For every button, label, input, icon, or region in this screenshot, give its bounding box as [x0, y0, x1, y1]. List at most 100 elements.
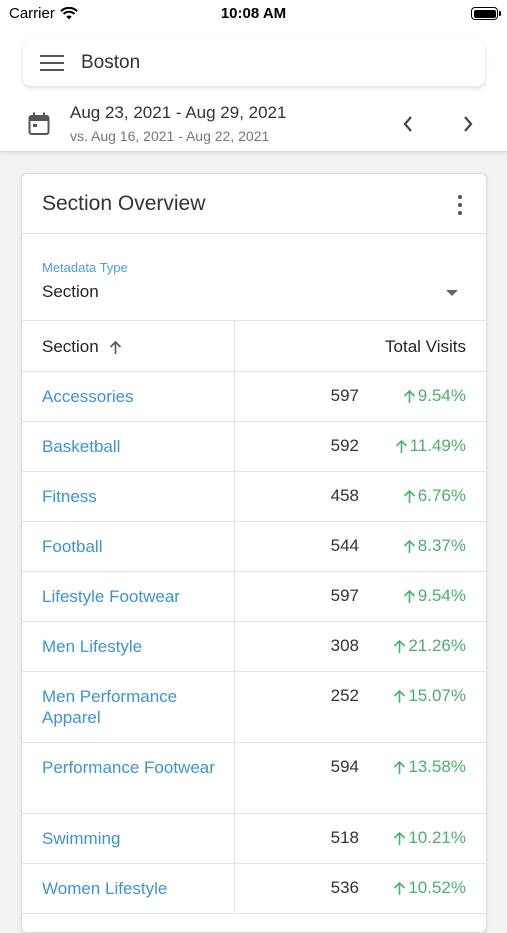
section-link[interactable]: Football: [42, 536, 222, 557]
chevron-left-icon: [403, 116, 412, 132]
calendar-icon[interactable]: [28, 112, 50, 136]
change-value: 6.76%: [417, 486, 466, 505]
section-link[interactable]: Lifestyle Footwear: [42, 586, 222, 607]
more-options-icon[interactable]: [448, 193, 472, 217]
arrow-up-icon: [395, 439, 407, 453]
table-row[interactable]: Lifestyle Footwear 597 9.54%: [22, 572, 486, 622]
section-link[interactable]: Women Lifestyle: [42, 878, 222, 899]
visit-count: 597: [330, 386, 359, 405]
arrow-up-icon: [403, 389, 415, 403]
change-value: 9.54%: [417, 386, 466, 405]
section-link[interactable]: Accessories: [42, 386, 222, 407]
section-overview-card: Section Overview Metadata Type Section S…: [21, 173, 487, 933]
arrow-up-icon: [394, 881, 406, 895]
table-row[interactable]: Men Performance Apparel 252 15.07%: [22, 672, 486, 743]
change-percentage: 21.26%: [393, 636, 466, 656]
next-week-button[interactable]: [454, 110, 482, 138]
change-value: 10.52%: [408, 878, 466, 897]
arrow-up-icon: [394, 760, 406, 774]
change-value: 13.58%: [408, 757, 466, 776]
section-link[interactable]: Fitness: [42, 486, 222, 507]
change-percentage: 13.58%: [393, 757, 466, 777]
section-link[interactable]: Swimming: [42, 828, 222, 849]
change-percentage: 15.07%: [393, 686, 466, 706]
column-divider: [234, 522, 235, 571]
section-link[interactable]: Men Performance Apparel: [42, 686, 222, 728]
change-percentage: 6.76%: [403, 486, 466, 506]
column-divider: [234, 372, 235, 421]
card-title: Section Overview: [42, 192, 206, 215]
visit-count: 592: [330, 436, 359, 455]
header: Boston Aug 23, 2021 - Aug 29, 2021 vs. A…: [0, 28, 507, 152]
column-divider: [234, 743, 235, 813]
status-bar: Carrier 10:08 AM: [0, 0, 507, 28]
table-row[interactable]: Football 544 8.37%: [22, 522, 486, 572]
visit-count: 252: [330, 686, 359, 705]
table-body: Accessories 597 9.54% Basketball 592 11.49% Fi…: [22, 372, 486, 914]
column-divider: [234, 422, 235, 471]
column-divider: [234, 572, 235, 621]
change-value: 8.37%: [417, 536, 466, 555]
previous-week-button[interactable]: [394, 110, 422, 138]
change-percentage: 8.37%: [403, 536, 466, 556]
change-value: 9.54%: [417, 586, 466, 605]
metadata-type-value: Section: [42, 282, 99, 301]
compare-range: vs. Aug 16, 2021 - Aug 22, 2021: [70, 128, 270, 144]
change-value: 15.07%: [408, 686, 466, 705]
column-divider: [234, 472, 235, 521]
location-bar[interactable]: Boston: [23, 40, 485, 86]
change-percentage: 10.21%: [393, 828, 466, 848]
table-row[interactable]: Fitness 458 6.76%: [22, 472, 486, 522]
visit-count: 594: [330, 757, 359, 776]
location-title: Boston: [81, 52, 141, 73]
sort-ascending-icon: [109, 340, 121, 354]
section-link[interactable]: Men Lifestyle: [42, 636, 222, 657]
column-divider: [234, 814, 235, 863]
column-divider: [234, 622, 235, 671]
change-value: 21.26%: [408, 636, 466, 655]
change-percentage: 10.52%: [393, 878, 466, 898]
chevron-right-icon: [464, 116, 473, 132]
date-range-row: Aug 23, 2021 - Aug 29, 2021 vs. Aug 16, …: [0, 100, 507, 150]
total-visits-column-header[interactable]: Total Visits: [385, 337, 466, 357]
change-value: 10.21%: [408, 828, 466, 847]
menu-icon[interactable]: [40, 54, 64, 72]
table-row[interactable]: Basketball 592 11.49%: [22, 422, 486, 472]
change-value: 11.49%: [409, 436, 466, 455]
visit-count: 597: [330, 586, 359, 605]
change-percentage: 9.54%: [403, 586, 466, 606]
section-link[interactable]: Basketball: [42, 436, 222, 457]
section-link[interactable]: Performance Footwear: [42, 757, 222, 778]
table-row[interactable]: Performance Footwear 594 13.58%: [22, 743, 486, 814]
table-row[interactable]: Men Lifestyle 308 21.26%: [22, 622, 486, 672]
change-percentage: 9.54%: [403, 386, 466, 406]
metadata-type-select[interactable]: Metadata Type Section: [22, 234, 486, 321]
visit-count: 458: [330, 486, 359, 505]
column-divider: [234, 672, 235, 742]
arrow-up-icon: [403, 589, 415, 603]
table-row[interactable]: Women Lifestyle 536 10.52%: [22, 864, 486, 914]
arrow-up-icon: [394, 831, 406, 845]
table-row[interactable]: Accessories 597 9.54%: [22, 372, 486, 422]
visit-count: 308: [330, 636, 359, 655]
date-range[interactable]: Aug 23, 2021 - Aug 29, 2021: [70, 103, 286, 123]
arrow-up-icon: [403, 539, 415, 553]
column-divider: [234, 321, 235, 371]
section-column-label: Section: [42, 337, 99, 356]
section-column-header[interactable]: Section: [42, 337, 122, 357]
table-header: Section Total Visits: [22, 321, 486, 372]
dropdown-arrow-icon: [446, 290, 458, 296]
visit-count: 544: [330, 536, 359, 555]
status-time: 10:08 AM: [220, 5, 287, 22]
visit-count: 518: [330, 828, 359, 847]
battery-icon: [471, 7, 501, 20]
arrow-up-icon: [394, 639, 406, 653]
column-divider: [234, 864, 235, 913]
card-header: Section Overview: [22, 174, 486, 234]
visit-count: 536: [330, 878, 359, 897]
table-row[interactable]: Swimming 518 10.21%: [22, 814, 486, 864]
metadata-type-label: Metadata Type: [42, 260, 128, 275]
arrow-up-icon: [394, 689, 406, 703]
arrow-up-icon: [403, 489, 415, 503]
change-percentage: 11.49%: [395, 436, 466, 456]
